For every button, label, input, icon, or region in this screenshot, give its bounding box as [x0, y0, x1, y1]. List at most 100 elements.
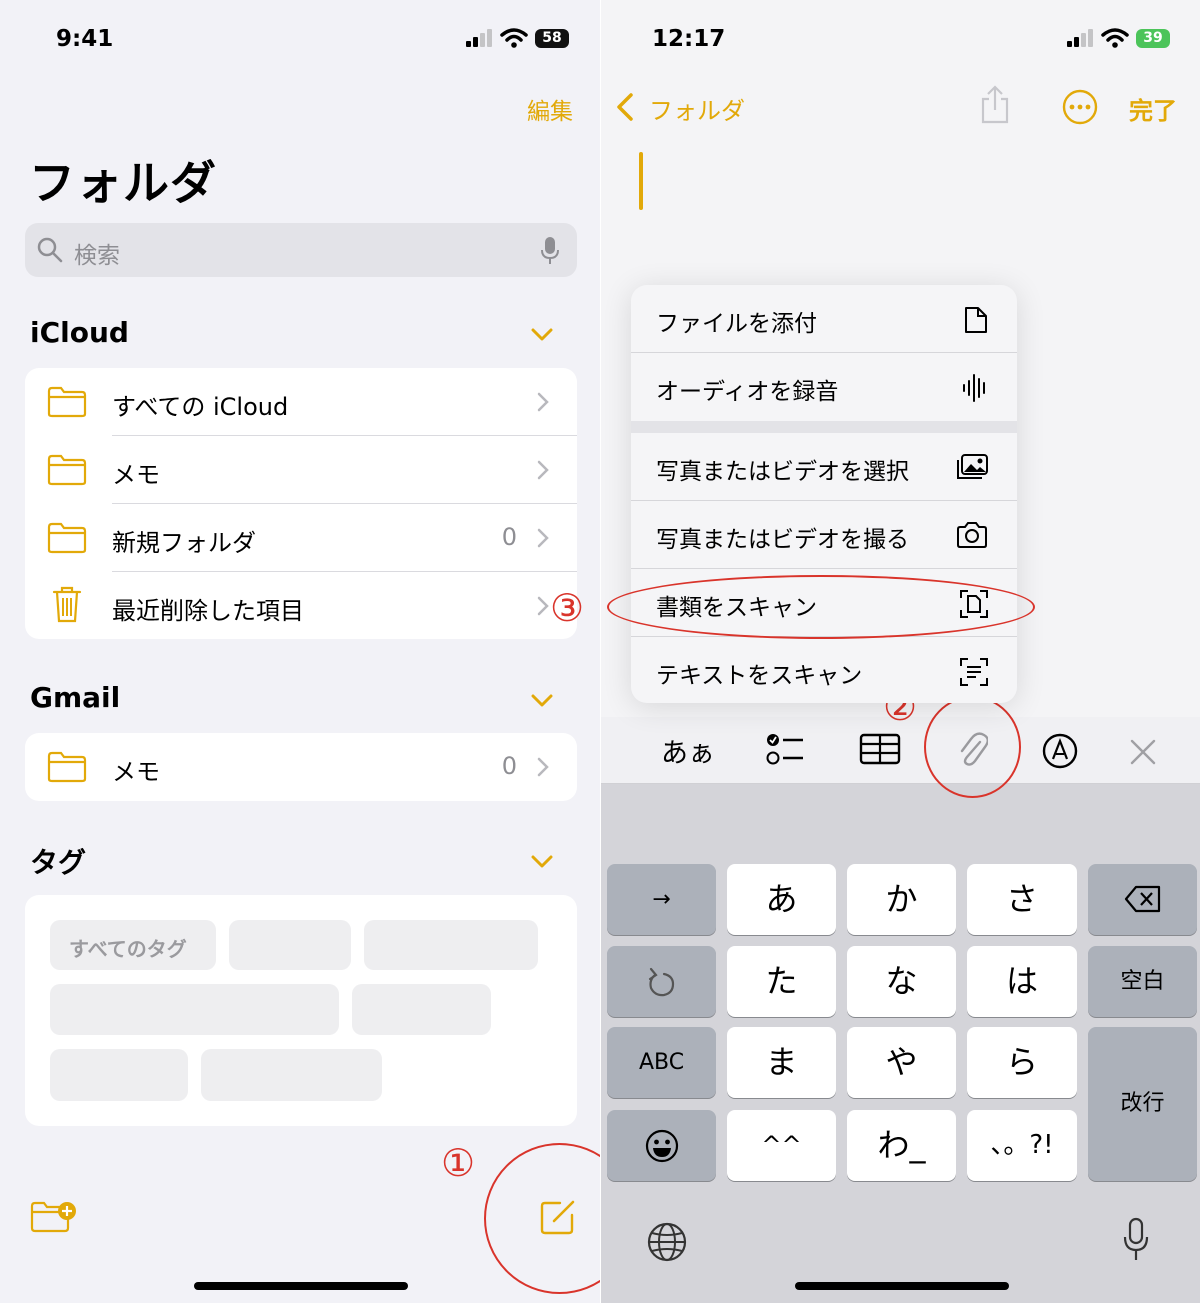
chevron-right-icon — [537, 757, 549, 777]
emoji-key[interactable] — [607, 1110, 716, 1181]
folder-row-memo[interactable]: メモ — [25, 436, 577, 504]
key-ma[interactable]: ま — [727, 1027, 836, 1098]
battery-icon: 39 — [1136, 29, 1170, 48]
markup-icon[interactable] — [1042, 733, 1078, 769]
chevron-right-icon — [537, 528, 549, 548]
tag-placeholder[interactable] — [352, 984, 491, 1035]
tag-placeholder[interactable] — [201, 1049, 382, 1101]
folder-icon — [47, 386, 87, 418]
text-format-button[interactable]: あぁ — [661, 731, 715, 770]
globe-icon[interactable] — [646, 1221, 688, 1263]
document-icon — [965, 307, 987, 333]
menu-group-separator — [631, 421, 1017, 433]
key-ya[interactable]: や — [847, 1027, 956, 1098]
folder-label: 新規フォルダ — [112, 529, 256, 557]
menu-label: 写真またはビデオを選択 — [656, 459, 909, 485]
folder-row-new-folder[interactable]: 新規フォルダ 0 — [25, 504, 577, 572]
return-key[interactable]: 改行 — [1088, 1027, 1197, 1181]
folder-row-recently-deleted[interactable]: 最近削除した項目 — [25, 572, 577, 640]
folder-label: 最近削除した項目 — [112, 597, 304, 625]
search-input[interactable]: 検索 — [74, 236, 120, 270]
emoji-icon — [645, 1129, 678, 1163]
key-ka[interactable]: か — [847, 864, 956, 935]
menu-label: テキストをスキャン — [656, 663, 863, 689]
menu-label: 写真またはビデオを撮る — [656, 527, 909, 553]
chevron-right-icon — [537, 460, 549, 480]
icloud-folder-list: すべての iCloud メモ 新規フォルダ 0 最近削除した項目 — [25, 368, 577, 639]
key-arrow[interactable]: → — [607, 864, 716, 935]
waveform-icon — [963, 374, 985, 402]
home-indicator — [795, 1282, 1009, 1290]
tag-placeholder[interactable] — [50, 1049, 188, 1101]
text-cursor — [639, 152, 643, 210]
wifi-icon — [500, 28, 528, 48]
status-time: 9:41 — [56, 26, 114, 52]
battery-icon: 58 — [535, 29, 569, 48]
trash-icon — [52, 586, 82, 623]
menu-item-record-audio[interactable]: オーディオを録音 — [631, 353, 1017, 421]
space-key[interactable]: 空白 — [1088, 946, 1197, 1017]
search-bar[interactable]: 検索 — [25, 223, 577, 277]
search-icon — [37, 237, 63, 263]
key-ra[interactable]: ら — [967, 1027, 1077, 1098]
folder-row-all-icloud[interactable]: すべての iCloud — [25, 368, 577, 436]
left-screen: 9:41 58 編集 フォルダ 検索 iCloud すべての iCloud メモ… — [0, 0, 600, 1303]
chevron-down-icon[interactable] — [531, 328, 553, 342]
checklist-icon[interactable] — [765, 731, 805, 767]
tag-all[interactable]: すべてのタグ — [50, 920, 216, 970]
folder-count: 0 — [501, 523, 517, 551]
key-ta[interactable]: た — [727, 946, 836, 1017]
menu-item-choose-photo[interactable]: 写真またはビデオを選択 — [631, 433, 1017, 501]
abc-key[interactable]: ABC — [607, 1027, 716, 1098]
key-wa[interactable]: わ_ — [847, 1110, 956, 1181]
key-na[interactable]: な — [847, 946, 956, 1017]
folder-row-gmail-memo[interactable]: メモ 0 — [25, 733, 577, 801]
menu-item-attach-file[interactable]: ファイルを添付 — [631, 285, 1017, 353]
close-icon[interactable] — [1129, 738, 1157, 766]
tags-section-title: タグ — [30, 846, 87, 879]
annotation-number: ③ — [550, 586, 585, 630]
chevron-down-icon[interactable] — [531, 855, 553, 869]
home-indicator — [194, 1282, 408, 1290]
table-icon[interactable] — [859, 733, 901, 765]
chevron-right-icon — [537, 392, 549, 412]
annotation-number: ① — [441, 1141, 476, 1185]
new-folder-icon[interactable] — [30, 1200, 78, 1234]
undo-key[interactable] — [607, 946, 716, 1017]
dictation-mic-icon[interactable] — [1123, 1217, 1149, 1263]
status-time: 12:17 — [652, 26, 726, 52]
photo-library-icon — [957, 454, 988, 479]
tag-placeholder[interactable] — [364, 920, 538, 970]
key-ha[interactable]: は — [967, 946, 1077, 1017]
folder-label: メモ — [112, 461, 160, 489]
share-icon[interactable] — [979, 85, 1011, 125]
back-chevron-icon[interactable] — [615, 92, 635, 122]
back-button[interactable]: フォルダ — [649, 91, 745, 126]
chevron-down-icon[interactable] — [531, 694, 553, 708]
tags-card: すべてのタグ — [25, 895, 577, 1126]
folder-icon — [47, 751, 87, 783]
annotation-ellipse — [607, 575, 1035, 639]
backspace-key[interactable] — [1088, 864, 1197, 935]
folder-icon — [47, 454, 87, 486]
key-punctuation[interactable]: 、。?! — [967, 1110, 1077, 1181]
more-icon[interactable] — [1062, 89, 1098, 125]
key-sa[interactable]: さ — [967, 864, 1077, 935]
tag-label: すべてのタグ — [69, 937, 187, 961]
tag-placeholder[interactable] — [50, 984, 339, 1035]
menu-item-take-photo[interactable]: 写真またはビデオを撮る — [631, 501, 1017, 569]
key-kaomoji[interactable]: ^^ — [727, 1110, 836, 1181]
delete-icon — [1124, 885, 1160, 913]
text-scan-icon — [960, 658, 988, 686]
menu-label: オーディオを録音 — [656, 379, 839, 405]
key-a[interactable]: あ — [727, 864, 836, 935]
mic-icon[interactable] — [540, 236, 560, 266]
gmail-folder-list: メモ 0 — [25, 733, 577, 801]
attachment-menu: ファイルを添付 オーディオを録音 写真またはビデオを選択 写真またはビデオを撮る — [631, 285, 1017, 703]
edit-button[interactable]: 編集 — [527, 92, 573, 126]
icloud-section-title: iCloud — [30, 316, 129, 349]
done-button[interactable]: 完了 — [1129, 91, 1177, 126]
menu-item-scan-text[interactable]: テキストをスキャン — [631, 637, 1017, 703]
tag-placeholder[interactable] — [229, 920, 351, 970]
gmail-section-title: Gmail — [30, 681, 121, 714]
